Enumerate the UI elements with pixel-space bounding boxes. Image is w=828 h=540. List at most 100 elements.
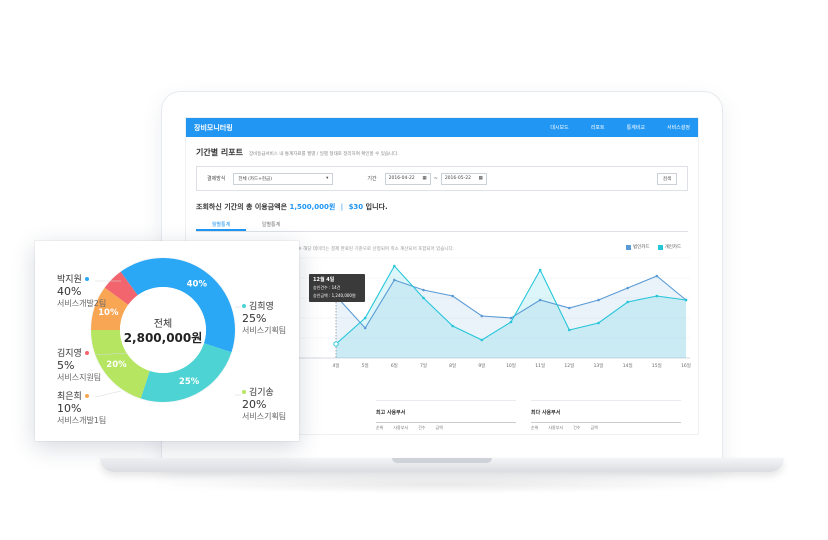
col-dept: 사용부서 (548, 425, 564, 430)
calendar-icon[interactable]: ▦ (422, 176, 426, 181)
legend-percent: 5% (57, 359, 75, 372)
col-rank: 순위 (376, 425, 384, 430)
tab-daily[interactable]: 일별통계 (246, 219, 296, 231)
app-title[interactable]: 장비모니터링 (194, 123, 233, 133)
series-point-0-11 (655, 274, 659, 278)
col-rank: 순위 (531, 425, 539, 430)
donut-legend-choi: 최은희 10% 서비스개발1팀 (57, 391, 106, 427)
summary-amount-krw: 1,500,000원 (289, 203, 336, 211)
date-range-tilde: ~ (433, 175, 438, 182)
page-description: 장비등급서비스 내 통계자료를 월별 / 일별 형태로 정리하여 확인할 수 있… (248, 152, 399, 157)
main-nav: 대시보드 리포트 통계비교 서비스설정 (550, 124, 690, 131)
donut-slice-label: 20% (106, 360, 127, 370)
most-usage-panel: 최다 사용부서 순위 사용부서 건수 금액 (531, 400, 681, 434)
top-usage-title: 최고 사용부서 (376, 410, 406, 416)
col-dept: 사용부서 (393, 425, 409, 430)
app-header: 장비모니터링 대시보드 리포트 통계비교 서비스설정 (186, 118, 698, 137)
col-amount: 금액 (435, 425, 443, 430)
summary-text: 조회하신 기간의 총 이용금액은 1,500,000원 | $30 입니다. (186, 191, 698, 212)
series-point-0-8 (568, 306, 571, 310)
most-usage-title: 최다 사용부서 (531, 410, 561, 416)
series-point-1-1 (363, 316, 367, 320)
end-date-input[interactable]: 2016-05-22 ▦ (440, 172, 487, 185)
legend-percent: 20% (242, 398, 267, 411)
laptop-shadow (160, 474, 720, 494)
legend-percent: 10% (57, 402, 82, 415)
x-tick-label: 10일 (506, 362, 516, 369)
legend-name: 박지원 (57, 275, 82, 285)
legend-team: 서비스기획팀 (242, 412, 287, 421)
series-point-1-4 (451, 324, 454, 328)
x-tick-label: 6일 (391, 362, 398, 369)
series-point-0-4 (451, 294, 454, 298)
legend-dot (84, 394, 89, 398)
x-tick-label: 4일 (332, 362, 339, 369)
tooltip-text: 승인금액 : 1,240,000원 (313, 292, 356, 298)
nav-report[interactable]: 리포트 (591, 124, 605, 131)
series-point-1-9 (597, 321, 600, 325)
start-date-input[interactable]: 2016-04-22 ▦ (384, 172, 431, 185)
series-point-1-10 (626, 300, 629, 304)
series-point-1-8 (568, 328, 571, 332)
col-count: 건수 (418, 425, 426, 430)
x-tick-label: 14일 (623, 362, 633, 369)
most-usage-header: 순위 사용부서 건수 금액 (531, 422, 681, 431)
series-point-1-11 (655, 294, 659, 298)
series-point-0-9 (597, 298, 600, 302)
legend-name: 최은희 (57, 392, 82, 402)
legend-dot (84, 277, 89, 281)
payment-label: 결제방식 (207, 176, 226, 182)
top-usage-panel: 최고 사용부서 순위 사용부서 건수 금액 (376, 400, 516, 434)
x-tick-label: 8일 (449, 362, 456, 369)
top-usage-header: 순위 사용부서 건수 금액 (376, 422, 516, 431)
legend-team: 서비스기획팀 (242, 326, 287, 335)
series-point-1-2 (393, 264, 396, 268)
calendar-icon[interactable]: ▦ (479, 176, 483, 181)
summary-separator: | (340, 203, 344, 211)
summary-suffix: 입니다. (365, 203, 388, 211)
donut-slice-label: 40% (187, 279, 208, 289)
x-tick-label: 7일 (420, 362, 427, 369)
legend-percent: 40% (57, 285, 82, 298)
legend-dot (84, 351, 89, 355)
series-point-0-5 (480, 314, 484, 318)
stats-tabs: 월별통계 일별통계 (196, 219, 688, 232)
tab-monthly[interactable]: 월별통계 (196, 219, 246, 231)
donut-legend-kimjy: 김지영 5% 서비스지원팀 (57, 348, 101, 384)
series-point-0-6 (509, 316, 513, 320)
donut-legend-park: 박지원 40% 서비스개발2팀 (57, 274, 106, 310)
x-tick-label: 16일 (681, 362, 691, 369)
end-date-value: 2016-05-22 (444, 176, 471, 181)
nav-dashboard[interactable]: 대시보드 (550, 124, 568, 131)
series-point-1-6 (509, 320, 513, 324)
series-point-1-12 (684, 298, 688, 302)
legend-team: 서비스지원팀 (57, 373, 102, 382)
donut-hole (120, 287, 206, 373)
series-point-0-1 (363, 326, 367, 330)
col-count: 건수 (573, 425, 581, 430)
series-point-1-7 (538, 268, 542, 272)
legend-name: 김기송 (249, 388, 274, 398)
page-title: 기간별 리포트 (196, 148, 243, 157)
x-tick-label: 11일 (535, 362, 545, 369)
legend-name: 김지영 (57, 349, 82, 359)
donut-slice-label: 25% (179, 377, 200, 387)
series-point-0-2 (393, 278, 396, 282)
payment-select-value: 전체 (카드+현금) (238, 176, 272, 182)
series-area-1 (336, 266, 686, 358)
x-tick-label: 12일 (564, 362, 574, 369)
series-point-1-3 (422, 296, 425, 300)
payment-select[interactable]: 전체 (카드+현금) ▾ (233, 172, 334, 185)
page-title-row: 기간별 리포트 장비등급서비스 내 통계자료를 월별 / 일별 형태로 정리하여… (186, 137, 698, 158)
search-button[interactable]: 검색 (657, 172, 677, 185)
legend-name: 김희영 (249, 302, 274, 312)
nav-compare[interactable]: 통계비교 (627, 124, 645, 131)
series-point-1-5 (480, 338, 484, 342)
nav-settings[interactable]: 서비스설정 (667, 124, 690, 131)
legend-team: 서비스개발1팀 (57, 416, 107, 425)
donut-center-value: 2,800,000원 (124, 331, 203, 345)
donut-legend-kimks: 김기송 20% 서비스기획팀 (242, 387, 286, 423)
series-point-0-10 (626, 286, 629, 290)
summary-prefix: 조회하신 기간의 총 이용금액은 (196, 203, 288, 211)
summary-amount-usd: $30 (348, 203, 364, 211)
